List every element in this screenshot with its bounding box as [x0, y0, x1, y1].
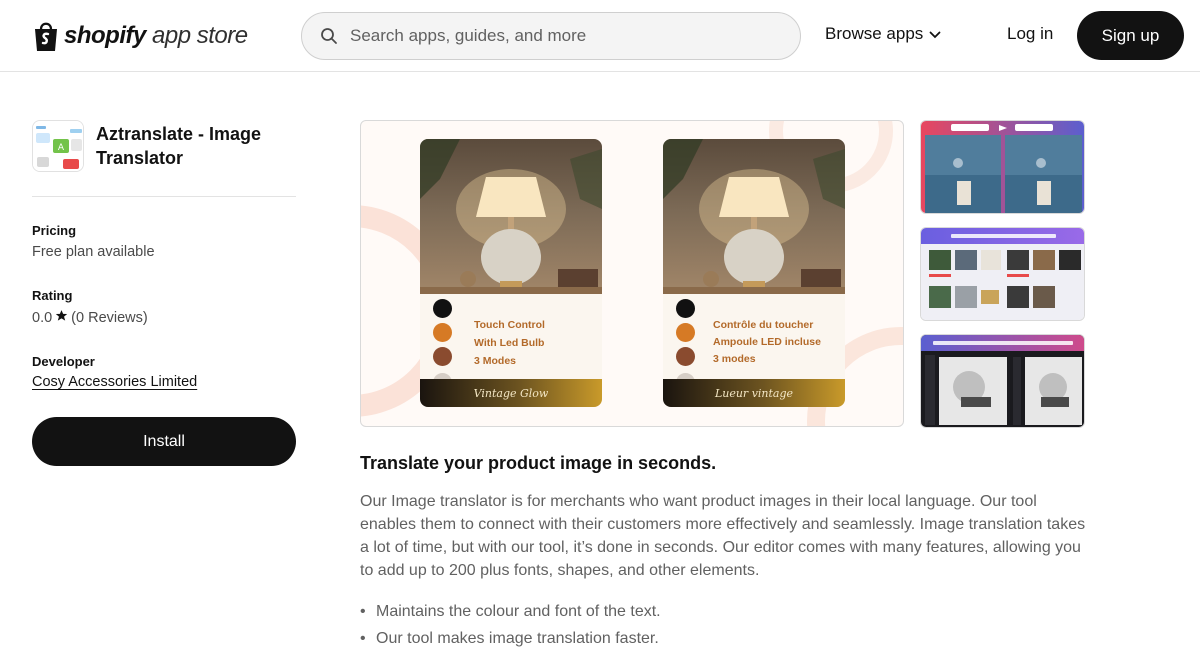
feature-text: Ampoule LED incluse: [713, 336, 821, 348]
developer-link[interactable]: Cosy Accessories Limited: [32, 374, 197, 390]
pricing-label: Pricing: [32, 223, 77, 238]
product-card-english: Touch Control With Led Bulb 3 Modes Vint…: [420, 139, 602, 407]
search-icon: [320, 27, 338, 45]
list-item: Our tool makes image translation faster.: [360, 625, 1090, 650]
pricing-value: Free plan available: [32, 244, 155, 260]
main-screenshot[interactable]: Touch Control With Led Bulb 3 Modes Vint…: [360, 120, 904, 427]
thumbnail-2[interactable]: [920, 227, 1085, 321]
logo-suffix: app store: [152, 22, 248, 49]
rating-score: 0.0: [32, 309, 53, 326]
app-description: Our Image translator is for merchants wh…: [360, 493, 1086, 579]
swatch-brown: [676, 347, 695, 366]
svg-text:A: A: [58, 143, 65, 153]
thumbnail-1[interactable]: [920, 120, 1085, 214]
swatch-orange: [676, 323, 695, 342]
lamp-photo: [663, 139, 845, 299]
rating-label: Rating: [32, 288, 73, 303]
swatch-brown: [433, 347, 452, 366]
swatch-black: [433, 299, 452, 318]
login-link[interactable]: Log in: [1007, 24, 1053, 44]
feature-text: 3 modes: [713, 353, 756, 365]
app-title: Aztranslate - Image Translator: [96, 124, 262, 168]
browse-apps-label: Browse apps: [825, 24, 924, 43]
rating-value: 0.0 (0 Reviews): [32, 309, 148, 326]
top-nav: shopify app store Browse apps Log in Sig…: [0, 0, 1200, 72]
signup-button[interactable]: Sign up: [1077, 11, 1184, 60]
star-icon: [55, 309, 68, 326]
card-band-title: Vintage Glow: [420, 379, 602, 407]
feature-text: Touch Control: [474, 319, 545, 331]
section-headline: Translate your product image in seconds.: [360, 453, 717, 473]
app-icon: A: [32, 120, 84, 172]
product-card-french: Contrôle du toucher Ampoule LED incluse …: [663, 139, 845, 407]
feature-list: Maintains the colour and font of the tex…: [360, 598, 1090, 650]
feature-text: Contrôle du toucher: [713, 319, 814, 331]
logo-brand: shopify: [64, 22, 146, 49]
install-button[interactable]: Install: [32, 417, 296, 466]
feature-text: 3 Modes: [474, 355, 517, 367]
swatch-black: [676, 299, 695, 318]
search-input[interactable]: [350, 26, 770, 46]
feature-text: With Led Bulb: [474, 337, 545, 349]
thumbnail-3[interactable]: [920, 334, 1085, 428]
list-item: Maintains the colour and font of the tex…: [360, 598, 1090, 625]
swatch-orange: [433, 323, 452, 342]
shopify-app-store-logo[interactable]: shopify app store: [32, 18, 248, 54]
card-band-title: Lueur vintage: [663, 379, 845, 407]
lamp-photo: [420, 139, 602, 299]
browse-apps-menu[interactable]: Browse apps: [825, 24, 941, 44]
chevron-down-icon: [929, 24, 941, 44]
rating-reviews-link[interactable]: (0 Reviews): [71, 310, 148, 326]
developer-label: Developer: [32, 354, 95, 369]
shopify-bag-icon: [32, 20, 60, 52]
logo-text: shopify app store: [64, 22, 248, 50]
sidebar-divider: [32, 196, 296, 197]
search-bar[interactable]: [301, 12, 801, 60]
